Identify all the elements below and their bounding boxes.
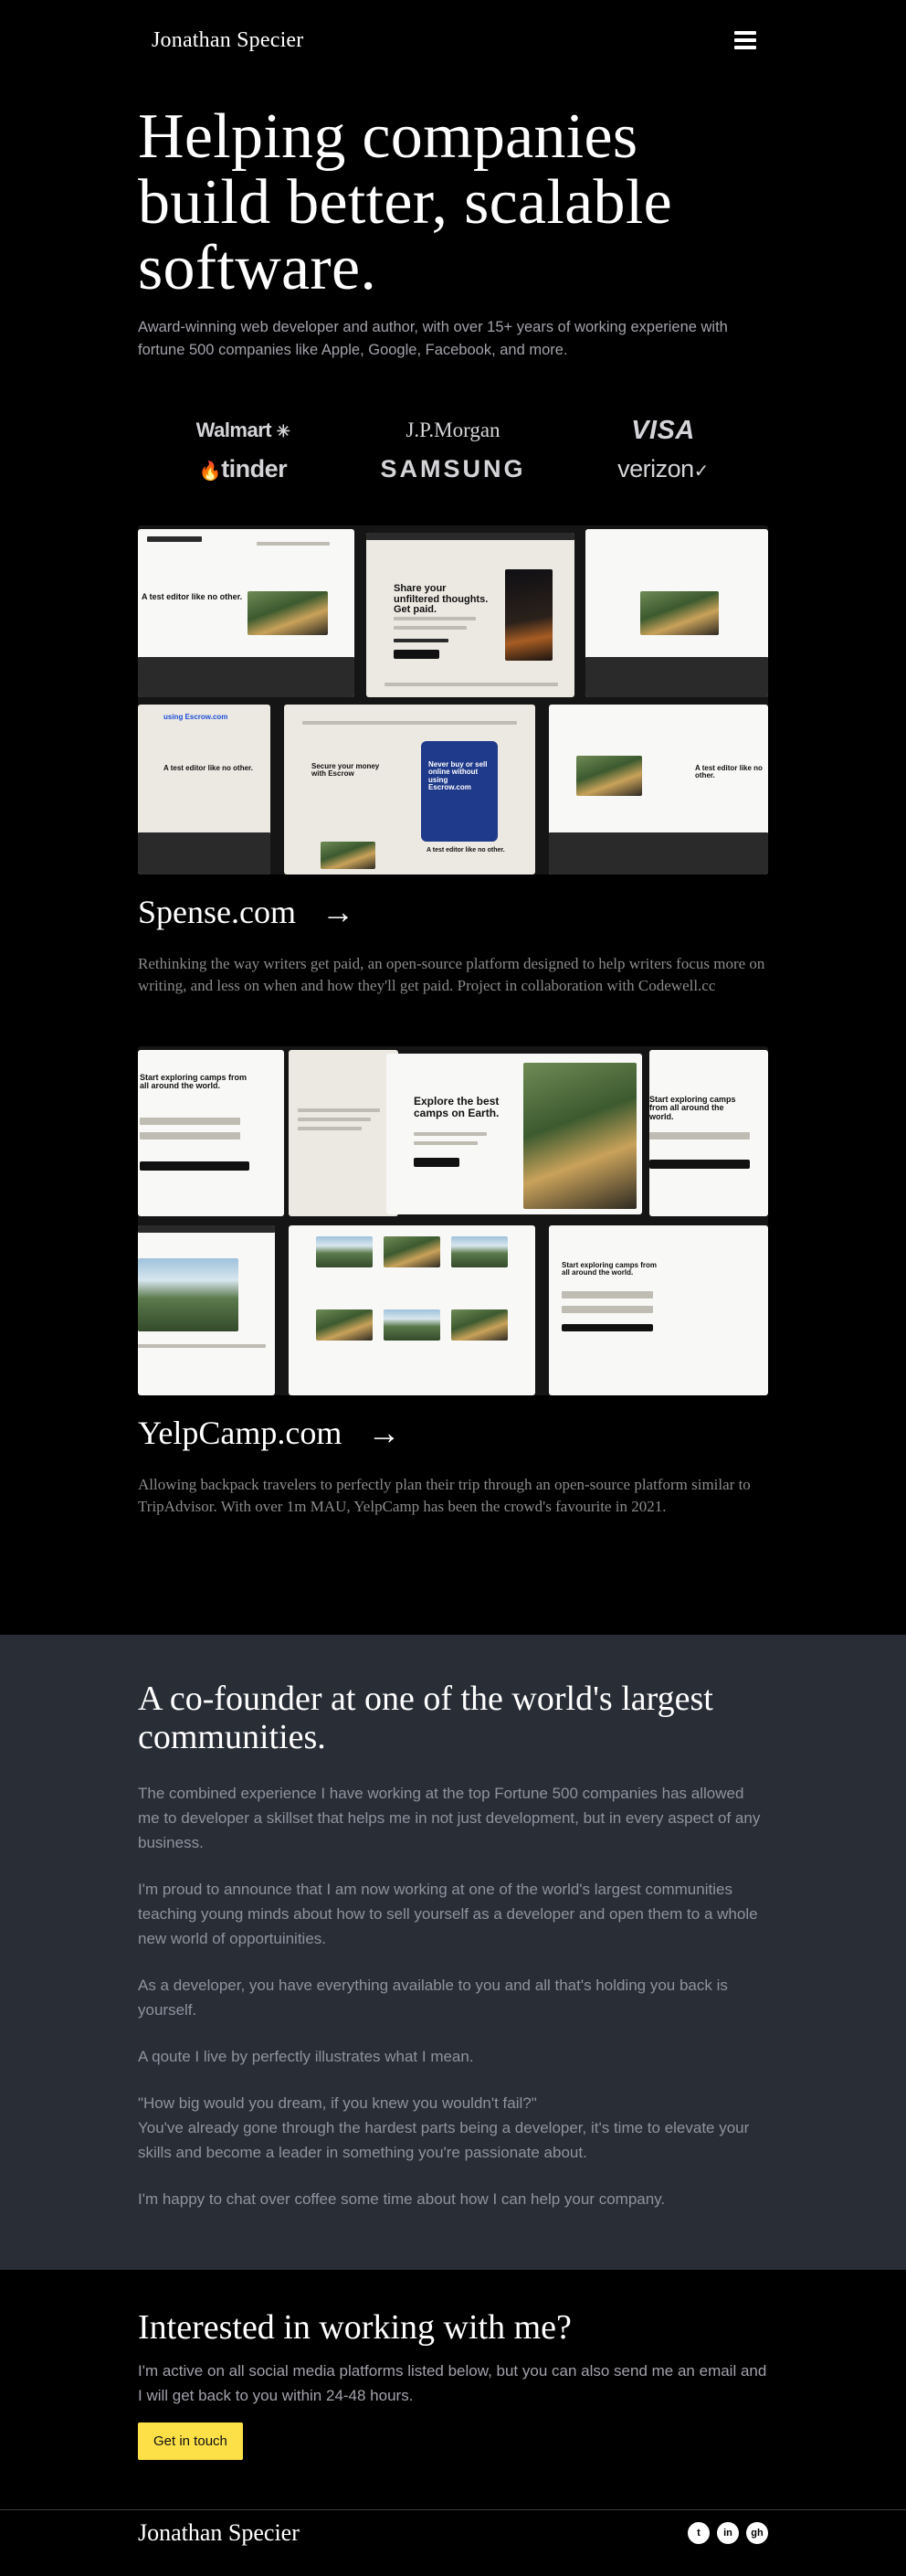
mock-headline: Explore the best camps on Earth. [414,1095,500,1119]
community-section: A co-founder at one of the world's large… [0,1635,906,2270]
site-header: Jonathan Specier [138,0,768,80]
mock-card [289,1050,398,1216]
mock-card [585,529,768,697]
mock-text: A test editor like no other. [142,592,243,601]
mock-text: Start exploring camps from all around th… [140,1073,248,1091]
mock-text: A test editor like no other. [163,764,253,772]
mock-card: Start exploring camps from all around th… [549,1225,768,1395]
project-description: Rethinking the way writers get paid, an … [138,955,765,994]
samsung-logo: SAMSUNG [380,455,526,482]
project-title-row: Spense.com → [138,892,768,932]
community-quote: "How big would you dream, if you knew yo… [138,2094,537,2112]
community-paragraph: You've already gone through the hardest … [138,2119,750,2161]
contact-section: Interested in working with me? I'm activ… [0,2270,906,2509]
walmart-logo: Walmart ✳ [195,419,290,441]
social-links: t in gh [688,2521,768,2544]
mock-headline: Share your unfiltered thoughts. Get paid… [394,583,489,616]
mock-text: Never buy or sell online without using E… [428,760,488,792]
mock-text: Start exploring camps from all around th… [649,1095,736,1121]
twitter-icon[interactable]: t [688,2521,710,2544]
site-footer: Jonathan Specier t in gh [0,2509,906,2555]
community-paragraph: I'm proud to announce that I am now work… [138,1881,758,1947]
mock-card: Explore the best camps on Earth. [386,1054,642,1214]
mock-text: A test editor like no other. [695,764,763,780]
arrow-right-icon[interactable]: → [321,896,354,928]
visa-logo: VISA [631,416,695,445]
community-body: The combined experience I have working a… [138,1781,768,2211]
mock-text: using Escrow.com [163,713,228,721]
hero-subtitle: Award-winning web developer and author, … [138,319,728,358]
client-logos: Walmart ✳ J.P.Morgan VISA 🔥tinder SAMSUN… [138,376,768,525]
mock-card: Secure your money with Escrow Never buy … [284,705,535,875]
community-title: A co-founder at one of the world's large… [138,1680,713,1756]
verizon-logo: verizon✓ [617,455,709,482]
community-paragraph: As a developer, you have everything avai… [138,1977,728,2019]
project-description: Allowing backpack travelers to perfectly… [138,1476,751,1515]
jpmorgan-logo: J.P.Morgan [406,419,500,441]
footer-brand[interactable]: Jonathan Specier [138,2519,300,2547]
mock-text: Start exploring camps from all around th… [562,1261,658,1277]
spense-screenshot[interactable]: A test editor like no other. Share your … [138,525,768,875]
community-paragraph: A qoute I live by perfectly illustrates … [138,2048,474,2065]
mock-card: using Escrow.com A test editor like no o… [138,705,270,875]
project-title[interactable]: YelpCamp.com [138,1414,342,1452]
get-in-touch-button[interactable]: Get in touch [138,2422,243,2460]
linkedin-icon[interactable]: in [717,2521,739,2544]
contact-title: Interested in working with me? [138,2308,572,2347]
hero-title: Helping companies build better, scalable… [138,101,672,303]
community-paragraph: I'm happy to chat over coffee some time … [138,2190,666,2208]
arrow-right-icon[interactable]: → [367,1416,400,1449]
yelpcamp-screenshot[interactable]: Start exploring camps from all around th… [138,1046,768,1395]
project-yelpcamp: Start exploring camps from all around th… [138,1046,768,1635]
contact-text: I'm active on all social media platforms… [138,2362,767,2404]
hamburger-menu-icon[interactable] [734,31,756,49]
mock-text: Secure your money with Escrow [311,762,380,779]
hero-section: Helping companies build better, scalable… [138,80,768,376]
mock-card: A test editor like no other. [138,529,354,697]
mock-card: Share your unfiltered thoughts. Get paid… [366,533,574,697]
github-icon[interactable]: gh [746,2521,768,2544]
mock-card: Start exploring camps from all around th… [138,1050,284,1216]
brand-name[interactable]: Jonathan Specier [152,28,303,53]
mock-card: A test editor like no other. [549,705,768,875]
tinder-logo: 🔥tinder [198,455,288,482]
project-title-row: YelpCamp.com → [138,1413,768,1453]
mock-card [138,1225,275,1395]
tinder-flame-icon: 🔥 [198,461,222,482]
mock-card: Start exploring camps from all around th… [649,1050,768,1216]
mock-text: A test editor like no other. [427,847,505,853]
mock-card [289,1225,535,1395]
project-spense: A test editor like no other. Share your … [138,525,768,1046]
project-title[interactable]: Spense.com [138,893,296,931]
community-paragraph: The combined experience I have working a… [138,1785,761,1851]
